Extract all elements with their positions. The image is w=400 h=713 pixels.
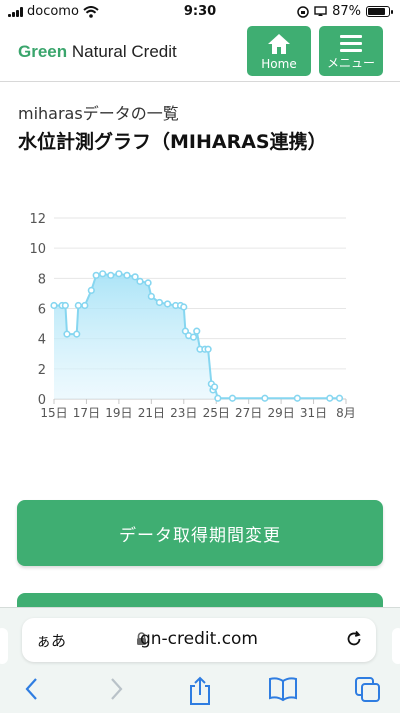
back-icon[interactable] [22,676,42,702]
y-tick-label: 10 [29,242,46,257]
x-tick-label: 21日 [138,406,165,420]
water-level-chart: 024681012 15日 17日 19日 21日 23日 25日 27日 29日 31日 8月 [29,212,356,420]
data-point[interactable] [163,300,172,308]
battery-percent: 87% [332,4,361,19]
x-tick-label: 25日 [203,406,230,420]
browser-nav-row [0,674,400,708]
x-tick-label: 17日 [73,406,100,420]
page-subtitle: miharasデータの一覧 [18,104,179,123]
home-icon [268,34,290,54]
data-point[interactable] [73,330,81,338]
x-tick-label: 27日 [235,406,262,420]
previous-tab-edge[interactable] [0,628,8,664]
data-point[interactable] [193,327,201,335]
data-point[interactable] [155,298,164,307]
data-point[interactable] [92,271,100,279]
forward-icon[interactable] [106,676,126,702]
data-point[interactable] [204,345,212,353]
screen-mirror-icon [314,6,327,16]
data-point[interactable] [115,270,123,278]
hamburger-icon [340,35,362,52]
data-point[interactable] [144,279,152,287]
bookmarks-icon[interactable] [268,676,298,702]
y-tick-label: 12 [29,212,46,227]
page-title: 水位計測グラフ（MIHARAS連携） [18,131,327,153]
data-point[interactable] [74,301,82,310]
data-point[interactable] [81,301,89,310]
change-period-button[interactable]: データ取得期間変更 [17,500,383,566]
status-bar: docomo 9:30 87% [0,0,400,22]
data-point[interactable] [211,383,219,391]
data-point[interactable] [123,271,131,279]
data-point[interactable] [136,277,144,285]
home-button[interactable]: Home [247,26,311,76]
address-bar[interactable]: ぁあ gn-credit.com [22,618,376,662]
x-tick-label: 19日 [105,406,132,420]
orientation-lock-icon [297,5,309,18]
reload-icon[interactable] [344,629,364,649]
data-point[interactable] [189,333,198,341]
x-tick-label: 29日 [267,406,294,420]
home-button-label: Home [261,57,297,71]
x-tick-label: 23日 [170,406,197,420]
data-point[interactable] [107,271,115,279]
x-tick-label: 8月 [336,406,356,420]
brand-logo[interactable]: Green Natural Credit [18,42,177,62]
y-tick-label: 2 [38,363,46,378]
y-tick-label: 4 [38,333,46,348]
y-tick-label: 6 [38,303,46,318]
data-point[interactable] [131,273,139,281]
data-point[interactable] [293,394,301,402]
data-point[interactable] [335,394,344,402]
share-icon[interactable] [187,676,213,706]
data-point[interactable] [214,394,222,402]
x-tick-label: 15日 [40,406,67,420]
brand-rest: Natural Credit [67,42,177,61]
data-point[interactable] [180,303,188,311]
url-text: gn-credit.com [139,629,258,649]
next-tab-edge[interactable] [392,628,400,664]
data-point[interactable] [228,394,237,402]
browser-toolbar: ぁあ gn-credit.com [0,607,400,713]
menu-button-label: メニュー [326,56,375,70]
menu-button[interactable]: メニュー [319,26,383,76]
data-point[interactable] [147,292,155,301]
data-point[interactable] [99,270,107,278]
site-header: Green Natural Credit Home メニュー [0,22,400,82]
data-point[interactable] [61,301,69,310]
data-point[interactable] [261,394,269,402]
battery-icon [366,6,393,17]
tabs-icon[interactable] [354,676,382,704]
data-point[interactable] [326,394,334,402]
x-tick-label: 31日 [300,406,327,420]
data-point[interactable] [50,301,58,310]
y-tick-label: 8 [38,272,46,287]
brand-green: Green [18,42,68,61]
data-point[interactable] [87,286,95,294]
data-point[interactable] [63,330,71,338]
